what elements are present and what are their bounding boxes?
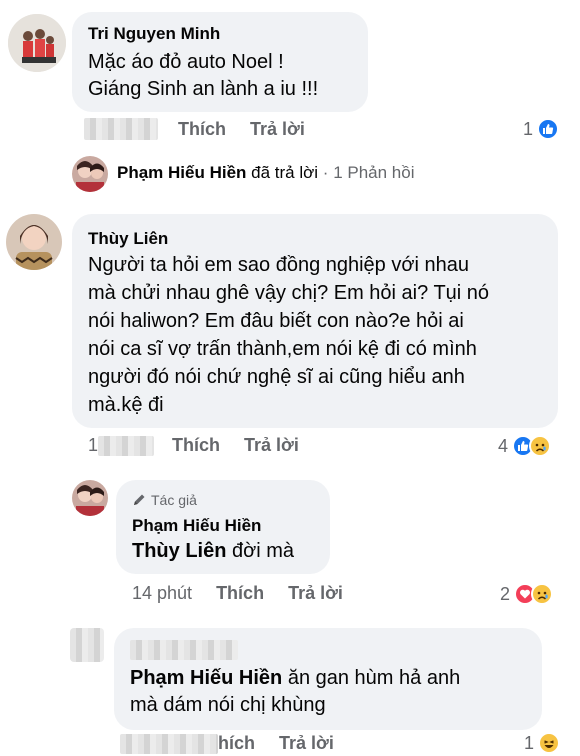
author-badge-label: Tác giả: [151, 492, 197, 508]
separator: ·: [322, 163, 329, 182]
reply-bubble: Phạm Hiếu Hiền ăn gan hùm hả anh mà dám …: [114, 628, 542, 730]
avatar-thuy-lien[interactable]: [6, 214, 62, 270]
like-link[interactable]: Thích: [178, 119, 226, 140]
comment-text-line: Mặc áo đỏ auto Noel !: [88, 51, 284, 73]
reply-time[interactable]: 14 phút: [132, 583, 192, 604]
avatar-pham-hieu-hien[interactable]: [72, 156, 108, 192]
mention-link[interactable]: Phạm Hiếu Hiền: [130, 667, 282, 689]
reply-link[interactable]: Trả lời: [288, 583, 343, 604]
sad-icon: [529, 435, 552, 457]
avatar-blurred[interactable]: [70, 628, 104, 662]
blurred-author-name: [130, 640, 238, 660]
comment-bubble: Tri Nguyen Minh Mặc áo đỏ auto Noel ! Gi…: [72, 12, 368, 112]
haha-icon: [538, 732, 561, 754]
reaction-summary[interactable]: 4: [498, 435, 552, 457]
reply-summary-action: đã trả lời: [251, 163, 319, 182]
comment-author[interactable]: Thùy Liên: [88, 229, 168, 249]
comment-text-line: Người ta hỏi em sao đồng nghiệp với nhau: [88, 254, 469, 276]
like-icon: [537, 118, 560, 140]
reply-text-body: ăn gan hùm hả anh: [282, 667, 461, 689]
reply-summary[interactable]: Phạm Hiếu Hiền đã trả lời · 1 Phản hồi: [117, 163, 415, 183]
comment-text-line: mà.kệ đi: [88, 394, 164, 416]
avatar-tri-nguyen-minh[interactable]: [8, 14, 66, 72]
reaction-summary[interactable]: 2: [500, 583, 554, 605]
reaction-count: 4: [498, 435, 509, 456]
pencil-icon: [132, 493, 146, 507]
reply-text-line: Phạm Hiếu Hiền ăn gan hùm hả anh: [130, 665, 460, 692]
comment-text-line: nói haliwon? Em đâu biết con nào?e hỏi a…: [88, 310, 464, 332]
reply-actions: 14 phút Thích Trả lời: [132, 583, 343, 604]
mention-link[interactable]: Thùy Liên: [132, 540, 226, 562]
sad-icon: [531, 583, 554, 605]
comment-time[interactable]: 1: [88, 435, 155, 456]
comment-text-line: nói ca sĩ vợ trấn thành,em nói kệ đi có …: [88, 338, 477, 360]
comment-actions: 1 Thích Trả lời: [88, 435, 299, 456]
reply-actions: hích Trả lời: [120, 733, 334, 754]
avatar-photo: [8, 14, 66, 72]
comment-text-line: Giáng Sinh an lành a iu !!!: [88, 78, 319, 100]
time-digit: 1: [88, 435, 99, 455]
reaction-summary[interactable]: 1: [523, 118, 560, 140]
reply-text-body: đời mà: [226, 540, 295, 562]
reply-text-line: mà dám nói chị khùng: [130, 694, 326, 716]
comment-text-line: mà chửi nhau ghê vậy chị? Em hỏi ai? Tụi…: [88, 282, 490, 304]
avatar-photo: [72, 156, 108, 192]
comment-text-line: người đó nói chứ nghệ sĩ ai cũng hiểu an…: [88, 366, 465, 388]
reply-count: 1 Phản hồi: [333, 163, 415, 182]
reaction-count: 2: [500, 583, 511, 604]
reply-summary-name: Phạm Hiếu Hiền: [117, 163, 247, 182]
reply-link[interactable]: Trả lời: [279, 733, 334, 754]
avatar-photo: [6, 214, 62, 270]
reply-link[interactable]: Trả lời: [244, 435, 299, 456]
comment-actions: Thích Trả lời: [84, 118, 305, 140]
blurred-timestamp: [98, 435, 155, 456]
author-badge: Tác giả: [132, 492, 197, 508]
like-link[interactable]: hích: [218, 733, 255, 754]
comment-bubble: Thùy Liên Người ta hỏi em sao đồng nghiệ…: [72, 214, 558, 428]
reaction-summary[interactable]: 1: [524, 732, 561, 754]
reply-bubble: Tác giả Phạm Hiếu Hiền Thùy Liên đời mà: [116, 480, 330, 574]
reaction-count: 1: [524, 732, 535, 753]
reply-author[interactable]: Phạm Hiếu Hiền: [132, 516, 261, 536]
reply-link[interactable]: Trả lời: [250, 119, 305, 140]
reaction-count: 1: [523, 118, 534, 139]
blurred-timestamp: [120, 733, 218, 754]
avatar-pham-hieu-hien[interactable]: [72, 480, 108, 516]
comment-author[interactable]: Tri Nguyen Minh: [88, 24, 220, 44]
like-link[interactable]: Thích: [172, 435, 220, 456]
like-link[interactable]: Thích: [216, 583, 264, 604]
reply-text: Thùy Liên đời mà: [132, 538, 294, 565]
avatar-photo: [72, 480, 108, 516]
blurred-timestamp: [84, 118, 158, 140]
